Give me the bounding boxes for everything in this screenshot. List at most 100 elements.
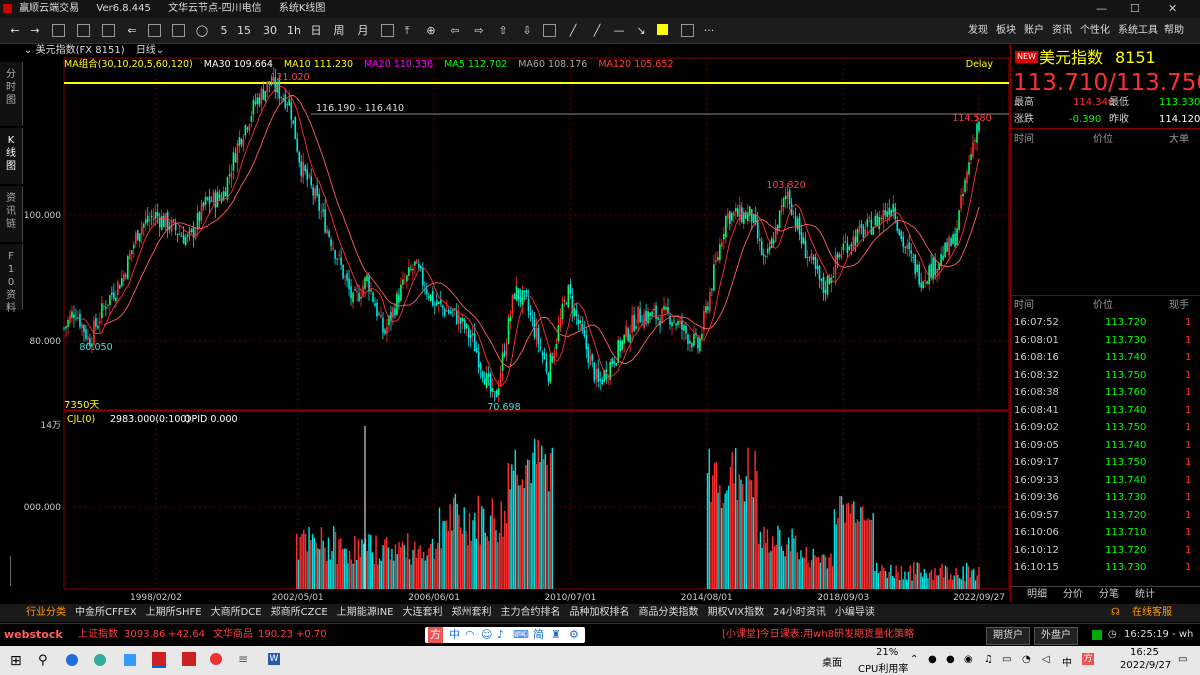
category-item[interactable]: 行业分类	[26, 607, 66, 618]
tray-qq-icon[interactable]: ●	[928, 654, 937, 665]
app-wechat-icon[interactable]	[94, 654, 106, 666]
ime-keyboard-icon[interactable]: ⌨	[513, 627, 529, 643]
menu-news[interactable]: 资讯	[1052, 22, 1072, 39]
tab-f10[interactable]: F10资料	[0, 244, 23, 314]
tab-price-dist[interactable]: 分价	[1063, 587, 1083, 602]
period-week[interactable]: 周	[331, 22, 347, 39]
tab-kline[interactable]: K线图	[0, 128, 23, 184]
category-item[interactable]: 品种加权排名	[570, 607, 630, 618]
category-item[interactable]: 中金所CFFEX	[75, 607, 137, 618]
list-icon[interactable]	[77, 24, 90, 37]
app-red-icon[interactable]	[210, 653, 222, 665]
category-item[interactable]: 郑州套利	[452, 607, 492, 618]
menu-personalize[interactable]: 个性化	[1080, 22, 1110, 39]
category-item[interactable]: 小编导读	[835, 607, 875, 618]
tray-qq2-icon[interactable]: ●	[946, 654, 955, 665]
period-5[interactable]: 5	[216, 22, 232, 39]
period-month[interactable]: 月	[355, 22, 371, 39]
period-1h[interactable]: 1h	[285, 22, 303, 39]
color-picker-icon[interactable]	[657, 24, 668, 35]
tab-timeshare[interactable]: 分时图	[0, 62, 23, 126]
ime-mic-icon[interactable]: ♪	[497, 627, 504, 643]
ime-simplified[interactable]: 简	[533, 627, 544, 643]
notification-icon[interactable]: ▭	[1178, 654, 1187, 665]
refresh-icon[interactable]: ◯	[194, 22, 210, 39]
tray-chevron-icon[interactable]: ⌃	[910, 654, 918, 665]
down-icon[interactable]: ⇩	[520, 22, 534, 39]
period-15[interactable]: 15	[236, 22, 252, 39]
left-icon[interactable]: ⇦	[448, 22, 462, 39]
ray-tool-icon[interactable]: ╱	[590, 22, 604, 39]
tray-volume-icon[interactable]: ♫	[984, 654, 993, 665]
ime-toolbar[interactable]: 方 中 ◠ ☺ ♪ ⌨ 简 ♜ ⚙	[425, 627, 585, 643]
app-wh6b-icon[interactable]	[182, 652, 196, 666]
search-icon[interactable]: ⚲	[38, 653, 48, 668]
tab-detail[interactable]: 明细	[1027, 587, 1047, 602]
right-icon[interactable]: ⇨	[472, 22, 486, 39]
menu-discover[interactable]: 发现	[968, 22, 988, 39]
tab-trades[interactable]: 分笔	[1099, 587, 1119, 602]
menu-sector[interactable]: 板块	[996, 22, 1016, 39]
category-item[interactable]: 大连套利	[403, 607, 443, 618]
arrow-tool-icon[interactable]: ↘	[634, 22, 648, 39]
tray-app-icon[interactable]: ◉	[964, 654, 973, 665]
layout-icon[interactable]	[172, 24, 185, 37]
menu-help[interactable]: 帮助	[1164, 22, 1184, 39]
checkbox-icon[interactable]	[543, 24, 556, 37]
self-define-icon[interactable]	[381, 24, 394, 37]
minimize-icon[interactable]: —	[1096, 0, 1107, 18]
ime-emoji-icon[interactable]: ☺	[481, 627, 492, 643]
settings-icon[interactable]	[681, 24, 694, 37]
zoom-in-icon[interactable]: ⊕	[424, 22, 438, 39]
menu-account[interactable]: 账户	[1024, 22, 1044, 39]
close-icon[interactable]: ✕	[1168, 0, 1177, 18]
app-wh6-icon[interactable]	[152, 652, 166, 668]
app-word-icon[interactable]: W	[268, 653, 280, 665]
clock-time[interactable]: 16:25	[1130, 647, 1159, 658]
up-icon[interactable]: ⇧	[496, 22, 510, 39]
period-day[interactable]: 日	[308, 22, 324, 39]
kline-chart[interactable]: 100.000 80.000 14万 68000.000 121.020 80.…	[24, 56, 1010, 604]
forward-icon[interactable]: →	[28, 22, 42, 39]
tray-speaker-icon[interactable]: ◁	[1042, 654, 1050, 665]
app-screen-icon[interactable]	[124, 654, 136, 666]
grid-icon[interactable]	[52, 24, 65, 37]
tray-ime-lang[interactable]: 中	[1062, 654, 1072, 669]
symbol-label[interactable]: 美元指数(FX 8151)	[36, 45, 125, 56]
ime-punct-icon[interactable]: ◠	[465, 627, 475, 643]
tray-network-icon[interactable]: ◔	[1022, 654, 1031, 665]
category-item[interactable]: 主力合约排名	[501, 607, 561, 618]
category-item[interactable]: 郑商所CZCE	[271, 607, 328, 618]
notice-text[interactable]: [小课堂]今日课表:用wh8研发期货量化策略	[722, 624, 914, 646]
arrow-left-icon[interactable]: ⇐	[125, 22, 139, 39]
menu-system-tools[interactable]: 系统工具	[1118, 22, 1158, 39]
futures-account-button[interactable]: 期货户	[986, 627, 1030, 645]
app-l-icon[interactable]	[66, 654, 78, 666]
period-label[interactable]: 日线	[136, 45, 156, 56]
ime-settings-icon[interactable]: ⚙	[569, 627, 579, 643]
category-item[interactable]: 上期所SHFE	[146, 607, 202, 618]
more-icon[interactable]: ···	[702, 22, 716, 39]
chevron-down-icon[interactable]: ⌄	[156, 45, 164, 56]
save-icon[interactable]	[148, 24, 161, 37]
category-item[interactable]: 上期能源INE	[337, 607, 394, 618]
online-service-link[interactable]: ☊ 在线客服	[1111, 604, 1181, 622]
collapse-handle[interactable]	[10, 556, 21, 586]
desktop-label[interactable]: 桌面	[822, 654, 842, 669]
line-tool-icon[interactable]: ╱	[566, 22, 580, 39]
category-item[interactable]: 期权VIX指数	[708, 607, 765, 618]
tray-ime-icon[interactable]: 方	[1082, 653, 1094, 665]
tab-stats[interactable]: 统计	[1135, 587, 1155, 602]
clock-date[interactable]: 2022/9/27	[1120, 660, 1171, 671]
category-item[interactable]: 商品分类指数	[639, 607, 699, 618]
tab-news-chain[interactable]: 资讯链	[0, 186, 23, 242]
ime-skin-icon[interactable]: ♜	[551, 627, 561, 643]
app-jiang-icon[interactable]: ≡	[238, 652, 252, 666]
category-item[interactable]: 24小时资讯	[773, 607, 826, 618]
hline-tool-icon[interactable]: —	[612, 22, 626, 39]
ime-lang[interactable]: 中	[449, 627, 460, 643]
table-icon[interactable]	[102, 24, 115, 37]
maximize-icon[interactable]: ☐	[1130, 0, 1140, 18]
category-item[interactable]: 大商所DCE	[211, 607, 262, 618]
windows-start-icon[interactable]: ⊞	[10, 653, 22, 669]
